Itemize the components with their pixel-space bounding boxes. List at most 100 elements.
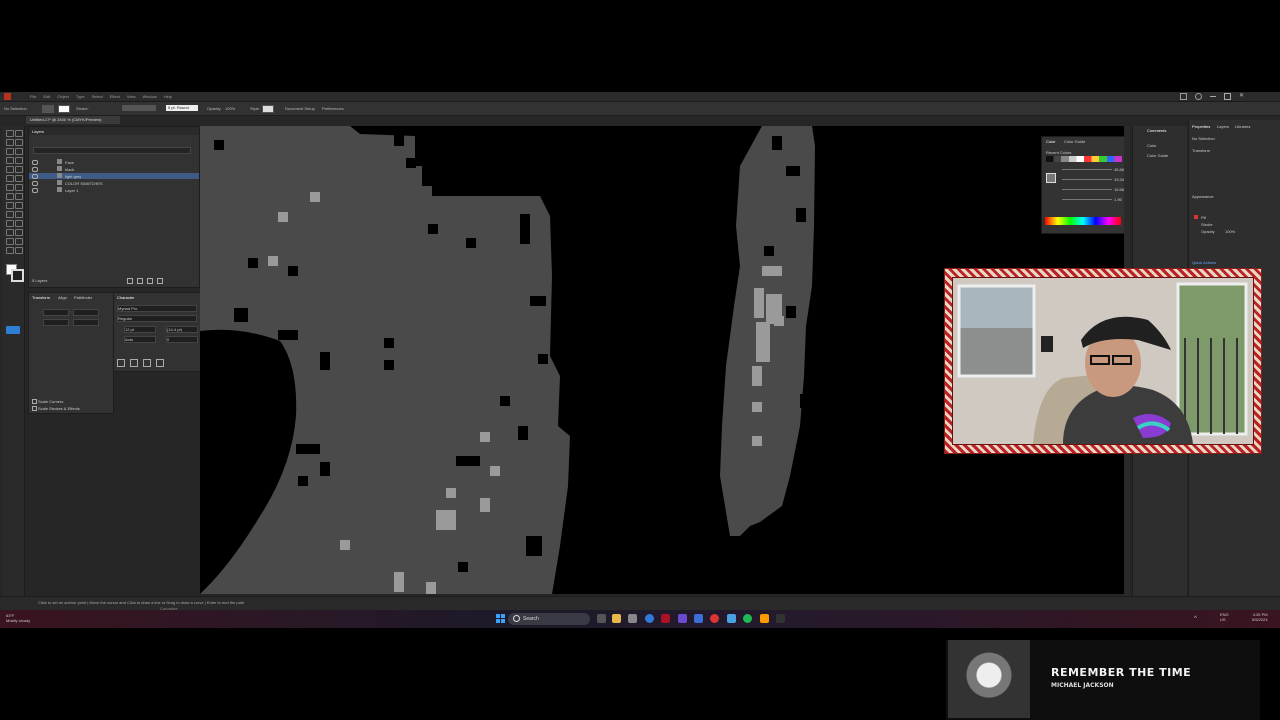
artboard-icon[interactable] bbox=[6, 238, 14, 245]
shape-builder-icon[interactable] bbox=[6, 202, 14, 209]
browser-icon[interactable] bbox=[645, 614, 654, 623]
document-tab[interactable]: Untitled-17* @ 2400 % (CMYK/Preview) bbox=[26, 116, 120, 124]
all-caps-icon[interactable] bbox=[117, 359, 125, 367]
file-explorer-icon[interactable] bbox=[612, 614, 621, 623]
free-transform-icon[interactable] bbox=[15, 193, 23, 200]
menu-window[interactable]: Window bbox=[142, 94, 156, 99]
delete-layer-icon[interactable] bbox=[157, 278, 163, 284]
menu-help[interactable]: Help bbox=[164, 94, 172, 99]
tracking-field[interactable]: 0 bbox=[166, 336, 198, 343]
magic-wand-icon[interactable] bbox=[6, 139, 14, 146]
opacity-value[interactable]: 100% bbox=[225, 106, 235, 111]
menu-view[interactable]: View bbox=[127, 94, 136, 99]
stroke-swatch[interactable] bbox=[58, 105, 70, 113]
chevron-up-icon[interactable]: ^ bbox=[1194, 616, 1197, 622]
leading-field[interactable]: (14.4 pt) bbox=[166, 326, 198, 333]
color-fill-icon[interactable] bbox=[1046, 173, 1056, 183]
scale-corners-checkbox[interactable] bbox=[32, 399, 37, 404]
width-tool-icon[interactable] bbox=[6, 193, 14, 200]
comments-title[interactable]: Comments bbox=[1147, 128, 1166, 133]
visibility-eye-icon[interactable] bbox=[32, 167, 38, 172]
line-tool-icon[interactable] bbox=[15, 157, 23, 164]
layer-row-selected[interactable]: light grey bbox=[29, 173, 199, 179]
width-field[interactable] bbox=[73, 309, 99, 316]
illustrator-taskbar-icon[interactable] bbox=[760, 614, 769, 623]
paintbrush-icon[interactable] bbox=[15, 166, 23, 173]
app-icon[interactable] bbox=[776, 614, 785, 623]
kerning-field[interactable]: Auto bbox=[124, 336, 156, 343]
tab-layers[interactable]: Layers bbox=[1217, 124, 1229, 129]
layer-row[interactable]: black bbox=[29, 166, 199, 172]
color-spectrum[interactable] bbox=[1045, 217, 1121, 225]
subscript-icon[interactable] bbox=[156, 359, 164, 367]
hand-icon[interactable] bbox=[6, 247, 14, 254]
clipping-mask-icon[interactable] bbox=[147, 278, 153, 284]
pen-tool-icon[interactable] bbox=[6, 148, 14, 155]
rotate-icon[interactable] bbox=[6, 184, 14, 191]
layer-row[interactable]: Layer 1 bbox=[29, 187, 199, 193]
tab-color[interactable]: Color bbox=[1046, 139, 1056, 144]
tab-transform[interactable]: Transform bbox=[32, 295, 50, 300]
fill-swatch-icon[interactable] bbox=[1194, 215, 1198, 219]
weather-widget[interactable]: 63°F Mostly cloudy bbox=[6, 613, 30, 623]
selection-tool-icon[interactable] bbox=[6, 130, 14, 137]
type-tool-icon[interactable] bbox=[6, 157, 14, 164]
tab-pathfinder[interactable]: Pathfinder bbox=[74, 295, 92, 300]
tab-libraries[interactable]: Libraries bbox=[1235, 124, 1250, 129]
comments-item-color[interactable]: Color bbox=[1147, 143, 1157, 148]
eraser-icon[interactable] bbox=[15, 175, 23, 182]
slice-icon[interactable] bbox=[15, 238, 23, 245]
magenta-value[interactable]: 19.34 bbox=[1114, 177, 1124, 182]
new-layer-icon[interactable] bbox=[127, 278, 133, 284]
zoom-icon[interactable] bbox=[15, 247, 23, 254]
app-icon[interactable] bbox=[727, 614, 736, 623]
x-field[interactable] bbox=[43, 309, 69, 316]
app-icon[interactable] bbox=[678, 614, 687, 623]
app-icon[interactable] bbox=[694, 614, 703, 623]
menu-select[interactable]: Select bbox=[92, 94, 103, 99]
layer-row[interactable]: COLOR SWATCHES bbox=[29, 180, 199, 186]
spotify-icon[interactable] bbox=[743, 614, 752, 623]
minimize-icon[interactable] bbox=[1210, 96, 1216, 97]
stroke-weight-field[interactable] bbox=[122, 105, 156, 111]
recent-colors-swatches[interactable] bbox=[1046, 156, 1122, 162]
search-icon[interactable] bbox=[1195, 93, 1202, 100]
curvature-tool-icon[interactable] bbox=[15, 148, 23, 155]
height-field[interactable] bbox=[73, 319, 99, 326]
scale-strokes-checkbox[interactable] bbox=[32, 406, 37, 411]
visibility-eye-icon[interactable] bbox=[32, 160, 38, 165]
brush-definition[interactable]: 5 pt. Round bbox=[166, 105, 198, 111]
tab-properties[interactable]: Properties bbox=[1192, 124, 1210, 129]
font-size-field[interactable]: 12 pt bbox=[124, 326, 156, 333]
layer-row[interactable]: Face bbox=[29, 159, 199, 165]
direct-selection-tool-icon[interactable] bbox=[15, 130, 23, 137]
opacity-value[interactable]: 100% bbox=[1225, 229, 1235, 234]
style-swatch[interactable] bbox=[262, 105, 274, 113]
start-windows-icon[interactable] bbox=[496, 614, 505, 623]
language-indicator[interactable]: ENG US bbox=[1220, 612, 1229, 622]
share-icon[interactable] bbox=[1180, 93, 1187, 100]
tab-align[interactable]: Align bbox=[58, 295, 67, 300]
font-family-select[interactable]: Myriad Pro bbox=[117, 305, 197, 312]
visibility-eye-icon[interactable] bbox=[32, 181, 38, 186]
cyan-slider[interactable] bbox=[1062, 169, 1112, 170]
menu-edit[interactable]: Edit bbox=[43, 94, 50, 99]
menu-type[interactable]: Type bbox=[76, 94, 85, 99]
tab-color-guide[interactable]: Color Guide bbox=[1064, 139, 1085, 144]
chrome-icon[interactable] bbox=[710, 614, 719, 623]
font-style-select[interactable]: Regular bbox=[117, 315, 197, 322]
close-icon[interactable]: ✕ bbox=[1239, 93, 1244, 100]
fill-swatch[interactable] bbox=[42, 105, 54, 113]
app-icon[interactable] bbox=[661, 614, 670, 623]
gradient-icon[interactable] bbox=[15, 211, 23, 218]
visibility-eye-icon[interactable] bbox=[32, 188, 38, 193]
document-setup-button[interactable]: Document Setup bbox=[285, 106, 315, 111]
draw-mode-icon[interactable] bbox=[6, 326, 20, 334]
comments-item-color-guide[interactable]: Color Guide bbox=[1147, 153, 1168, 158]
yellow-slider[interactable] bbox=[1062, 189, 1112, 190]
app-logo-icon[interactable] bbox=[4, 93, 11, 100]
symbol-sprayer-icon[interactable] bbox=[6, 229, 14, 236]
y-field[interactable] bbox=[43, 319, 69, 326]
black-slider[interactable] bbox=[1062, 199, 1112, 200]
eyedropper-icon[interactable] bbox=[6, 220, 14, 227]
